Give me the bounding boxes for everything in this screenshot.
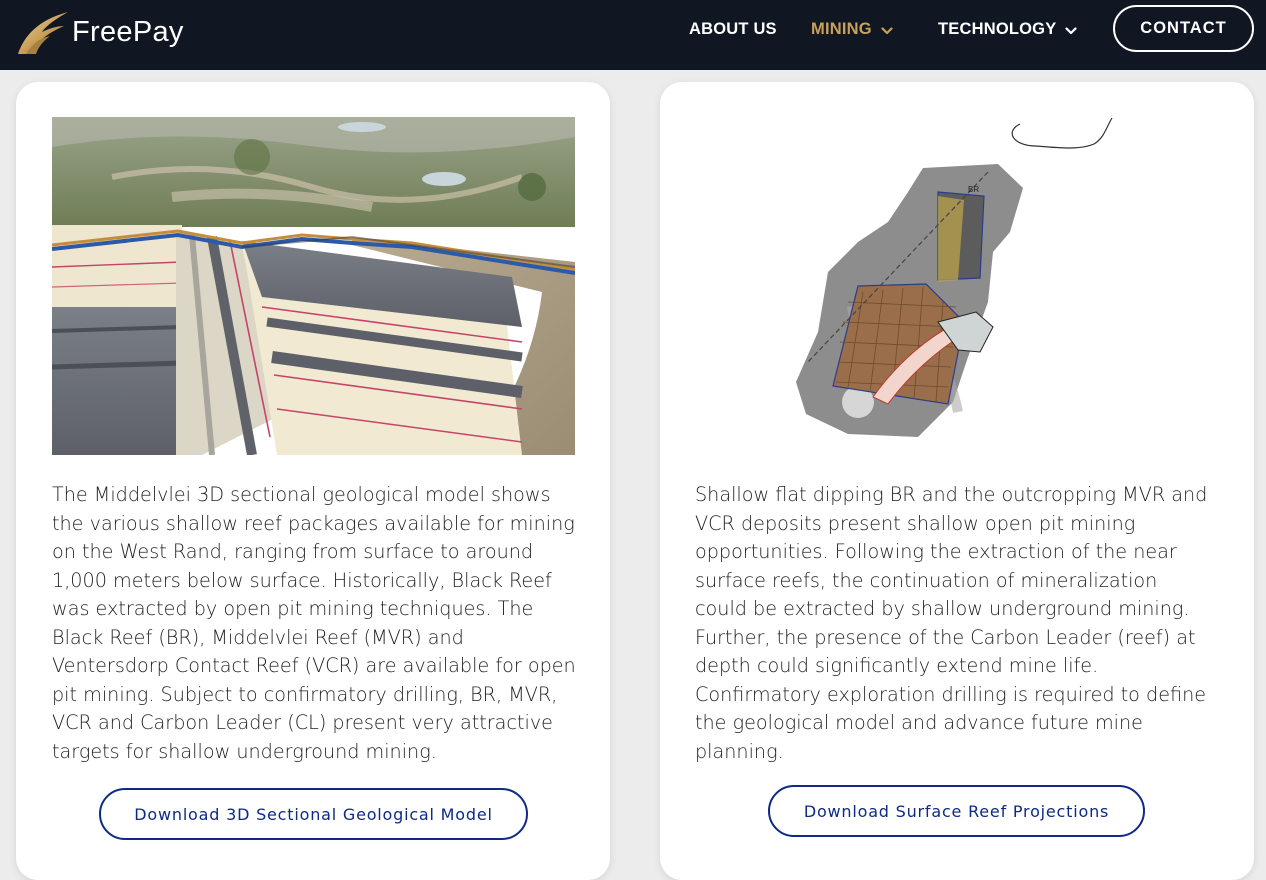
card-description: The Middelvlei 3D sectional geological m… xyxy=(52,483,576,763)
navbar: FreePay ABOUT US MINING TECHNOLOGY CONTA… xyxy=(0,0,1266,70)
nav-technology-label: TECHNOLOGY xyxy=(938,19,1057,38)
nav-technology[interactable]: TECHNOLOGY xyxy=(938,18,1078,40)
nav-mining[interactable]: MINING xyxy=(811,18,893,40)
geological-model-image xyxy=(52,117,575,455)
download-surface-reef-projections-button[interactable]: Download Surface Reef Projections xyxy=(768,785,1145,837)
brand-name: FreePay xyxy=(72,15,184,48)
brand-logo[interactable]: FreePay xyxy=(16,6,196,58)
contact-button[interactable]: CONTACT xyxy=(1113,5,1254,52)
card-surface-reef-projections: BR Shallow flat dipping BR and the outcr… xyxy=(660,82,1254,880)
nav-about-us[interactable]: ABOUT US xyxy=(689,18,777,40)
card-geological-model: The Middelvlei 3D sectional geological m… xyxy=(16,82,610,880)
map-label-br: BR xyxy=(968,185,979,194)
surface-reef-map-image: BR xyxy=(788,112,1118,442)
chevron-down-icon xyxy=(881,27,893,35)
nav-about-us-label: ABOUT US xyxy=(689,19,777,38)
card-description: Shallow flat dipping BR and the outcropp… xyxy=(695,483,1208,763)
chevron-down-icon xyxy=(1065,27,1078,35)
download-geological-model-button[interactable]: Download 3D Sectional Geological Model xyxy=(99,788,528,840)
freepay-logo-icon xyxy=(18,12,68,54)
nav-mining-label: MINING xyxy=(811,19,872,38)
